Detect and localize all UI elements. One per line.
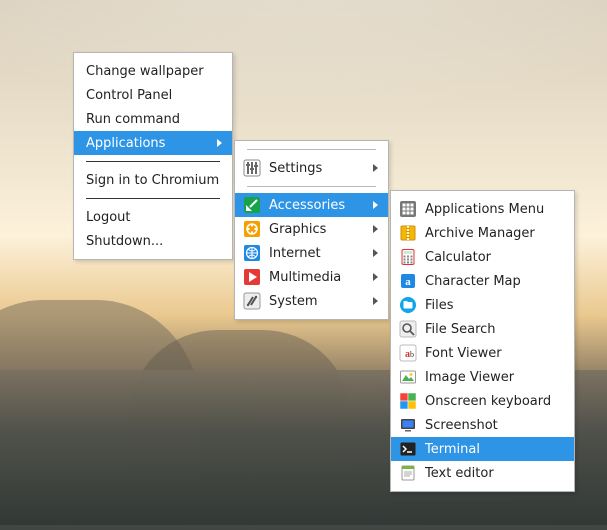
desktop-context-menu: Change wallpaper Control Panel Run comma… bbox=[73, 52, 233, 260]
accessories-icon bbox=[243, 196, 261, 214]
menu-separator bbox=[247, 186, 376, 187]
menu-item-shutdown[interactable]: Shutdown... bbox=[74, 229, 232, 253]
image-icon bbox=[399, 368, 417, 386]
internet-icon bbox=[243, 244, 261, 262]
menu-item-onscreen-keyboard[interactable]: Onscreen keyboard bbox=[391, 389, 574, 413]
svg-text:b: b bbox=[410, 350, 414, 359]
menu-item-label: Run command bbox=[86, 112, 214, 127]
menu-item-character-map[interactable]: a Character Map bbox=[391, 269, 574, 293]
menu-item-label: System bbox=[269, 294, 370, 309]
menu-item-label: Font Viewer bbox=[425, 346, 556, 361]
menu-item-label: Settings bbox=[269, 161, 370, 176]
menu-item-applications[interactable]: Applications bbox=[74, 131, 232, 155]
menu-item-label: Screenshot bbox=[425, 418, 556, 433]
menu-item-change-wallpaper[interactable]: Change wallpaper bbox=[74, 59, 232, 83]
menu-item-archive-manager[interactable]: Archive Manager bbox=[391, 221, 574, 245]
menu-item-label: File Search bbox=[425, 322, 556, 337]
menu-item-label: Shutdown... bbox=[86, 234, 214, 249]
menu-item-run-command[interactable]: Run command bbox=[74, 107, 232, 131]
menu-item-internet[interactable]: Internet bbox=[235, 241, 388, 265]
character-map-icon: a bbox=[399, 272, 417, 290]
menu-item-text-editor[interactable]: Text editor bbox=[391, 461, 574, 485]
menu-item-label: Files bbox=[425, 298, 556, 313]
menu-item-label: Accessories bbox=[269, 198, 370, 213]
menu-item-logout[interactable]: Logout bbox=[74, 205, 232, 229]
menu-separator bbox=[247, 149, 376, 150]
menu-item-calculator[interactable]: Calculator bbox=[391, 245, 574, 269]
menu-item-label: Graphics bbox=[269, 222, 370, 237]
menu-item-label: Applications bbox=[86, 136, 214, 151]
menu-separator bbox=[86, 161, 220, 162]
menu-item-multimedia[interactable]: Multimedia bbox=[235, 265, 388, 289]
accessories-submenu: Applications Menu Archive Manager Calcul… bbox=[390, 190, 575, 492]
menu-item-label: Character Map bbox=[425, 274, 556, 289]
menu-item-label: Applications Menu bbox=[425, 202, 556, 217]
search-icon bbox=[399, 320, 417, 338]
files-icon bbox=[399, 296, 417, 314]
menu-item-image-viewer[interactable]: Image Viewer bbox=[391, 365, 574, 389]
menu-item-label: Image Viewer bbox=[425, 370, 556, 385]
text-editor-icon bbox=[399, 464, 417, 482]
menu-item-label: Archive Manager bbox=[425, 226, 556, 241]
menu-item-label: Logout bbox=[86, 210, 214, 225]
menu-item-screenshot[interactable]: Screenshot bbox=[391, 413, 574, 437]
system-icon bbox=[243, 292, 261, 310]
menu-item-sign-in-chromium[interactable]: Sign in to Chromium bbox=[74, 168, 232, 192]
menu-separator bbox=[86, 198, 220, 199]
menu-item-label: Sign in to Chromium bbox=[86, 173, 219, 188]
menu-item-accessories[interactable]: Accessories bbox=[235, 193, 388, 217]
multimedia-icon bbox=[243, 268, 261, 286]
menu-item-system[interactable]: System bbox=[235, 289, 388, 313]
menu-item-label: Control Panel bbox=[86, 88, 214, 103]
settings-icon bbox=[243, 159, 261, 177]
menu-item-applications-menu[interactable]: Applications Menu bbox=[391, 197, 574, 221]
menu-item-label: Terminal bbox=[425, 442, 556, 457]
menu-item-files[interactable]: Files bbox=[391, 293, 574, 317]
menu-item-label: Internet bbox=[269, 246, 370, 261]
menu-item-file-search[interactable]: File Search bbox=[391, 317, 574, 341]
grid-icon bbox=[399, 200, 417, 218]
keyboard-icon bbox=[399, 392, 417, 410]
applications-submenu: Settings Accessories Graphics Internet M… bbox=[234, 140, 389, 320]
screenshot-icon bbox=[399, 416, 417, 434]
menu-item-label: Text editor bbox=[425, 466, 556, 481]
menu-item-control-panel[interactable]: Control Panel bbox=[74, 83, 232, 107]
menu-item-label: Onscreen keyboard bbox=[425, 394, 556, 409]
graphics-icon bbox=[243, 220, 261, 238]
menu-item-terminal[interactable]: Terminal bbox=[391, 437, 574, 461]
menu-item-graphics[interactable]: Graphics bbox=[235, 217, 388, 241]
menu-item-font-viewer[interactable]: ab Font Viewer bbox=[391, 341, 574, 365]
font-icon: ab bbox=[399, 344, 417, 362]
menu-item-label: Multimedia bbox=[269, 270, 370, 285]
menu-item-label: Calculator bbox=[425, 250, 556, 265]
terminal-icon bbox=[399, 440, 417, 458]
menu-item-settings[interactable]: Settings bbox=[235, 156, 388, 180]
archive-icon bbox=[399, 224, 417, 242]
svg-text:a: a bbox=[405, 276, 411, 288]
calculator-icon bbox=[399, 248, 417, 266]
menu-item-label: Change wallpaper bbox=[86, 64, 214, 79]
